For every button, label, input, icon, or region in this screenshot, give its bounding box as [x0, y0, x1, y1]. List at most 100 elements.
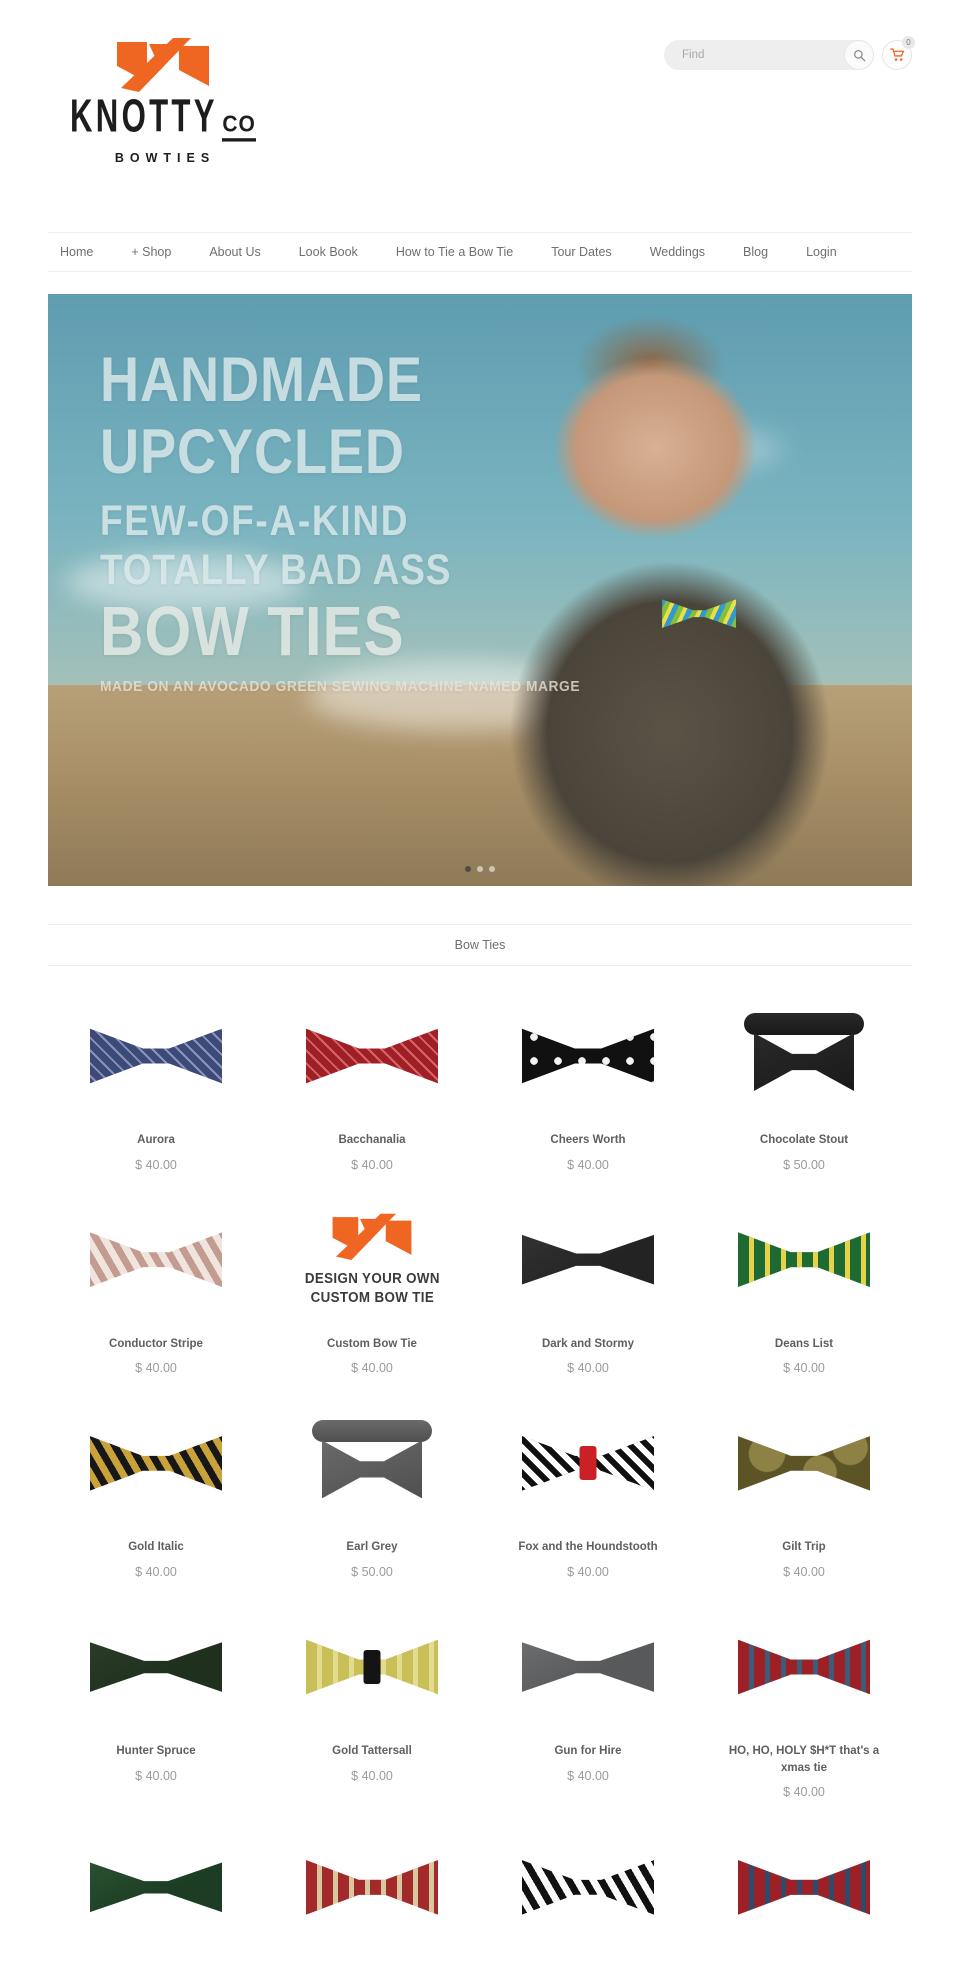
product-card[interactable]: Gold Tattersall $ 40.00 [264, 1595, 480, 1815]
product-card[interactable]: Aurora $ 40.00 [48, 984, 264, 1188]
hero-slider-dot-3[interactable] [489, 866, 495, 872]
product-name: Aurora [137, 1134, 175, 1146]
nav-item-shop[interactable]: + Shop [112, 245, 190, 259]
search-bar[interactable] [664, 40, 874, 70]
product-thumbnail[interactable]: DESIGN YOUR OWN CUSTOM BOW TIE [272, 1202, 472, 1318]
product-name: Cheers Worth [550, 1134, 626, 1146]
bowtie-shape [522, 1860, 654, 1915]
section-title: Bow Ties [454, 938, 506, 952]
nav-item-how-to-tie[interactable]: How to Tie a Bow Tie [377, 245, 532, 259]
nav-item-about-us[interactable]: About Us [190, 245, 279, 259]
product-card[interactable]: Deans List $ 40.00 [696, 1188, 912, 1392]
bowtie-shape [306, 1028, 438, 1084]
nav-item-login[interactable]: Login [787, 245, 856, 259]
bowtie-shape [522, 1028, 654, 1084]
product-price: $ 40.00 [135, 1768, 177, 1783]
product-thumbnail[interactable] [272, 1405, 472, 1521]
product-card[interactable]: Gold Italic $ 40.00 [48, 1391, 264, 1595]
product-name: Deans List [774, 1337, 834, 1350]
cart-button[interactable]: 0 [882, 36, 915, 70]
product-thumbnail[interactable] [488, 1609, 688, 1725]
product-image-bowtie [522, 1229, 654, 1291]
product-image-bowtie [90, 1025, 222, 1087]
product-thumbnail[interactable] [56, 1202, 256, 1318]
product-card[interactable] [480, 1815, 696, 1979]
product-card[interactable]: Bacchanalia $ 40.00 [264, 984, 480, 1188]
product-thumbnail[interactable] [488, 1829, 688, 1945]
logo-word-suffix: CO [222, 112, 256, 142]
product-card[interactable] [696, 1815, 912, 1979]
product-thumbnail[interactable] [704, 1609, 904, 1725]
bowtie-shape [738, 1639, 870, 1695]
product-card[interactable]: Chocolate Stout $ 50.00 [696, 984, 912, 1188]
product-thumbnail[interactable] [704, 1202, 904, 1318]
product-thumbnail[interactable] [488, 1202, 688, 1318]
nav-item-weddings[interactable]: Weddings [631, 245, 724, 259]
product-card[interactable]: Gun for Hire $ 40.00 [480, 1595, 696, 1815]
custom-promo-line-1: DESIGN YOUR OWN [304, 1270, 440, 1287]
product-price: $ 50.00 [351, 1565, 393, 1580]
product-card[interactable]: HO, HO, HOLY $H*T that's a xmas tie $ 40.… [696, 1595, 912, 1815]
product-name: Earl Grey [346, 1541, 398, 1554]
search-input[interactable] [664, 40, 874, 70]
product-card[interactable]: Conductor Stripe $ 40.00 [48, 1188, 264, 1392]
hero-slider-dot-1[interactable] [465, 866, 471, 872]
bowtie-knot [363, 1650, 381, 1685]
hero-slider-dot-2[interactable] [477, 866, 483, 872]
product-card[interactable]: Cheers Worth $ 40.00 [480, 984, 696, 1188]
custom-bowtie-promo[interactable]: DESIGN YOUR OWN CUSTOM BOW TIE [299, 1212, 446, 1308]
product-price: $ 40.00 [135, 1361, 177, 1376]
product-image-collar-bowtie [744, 1013, 864, 1099]
product-card[interactable]: DESIGN YOUR OWN CUSTOM BOW TIE Custom Bow… [264, 1188, 480, 1392]
product-price: $ 50.00 [783, 1157, 825, 1172]
cart-count-badge: 0 [902, 36, 915, 49]
section-header: Bow Ties [48, 924, 912, 966]
product-thumbnail[interactable] [704, 1829, 904, 1945]
product-thumbnail[interactable] [56, 1829, 256, 1945]
product-image-bowtie [306, 1856, 438, 1918]
product-name: Hunter Spruce [116, 1745, 196, 1758]
search-button[interactable] [844, 40, 874, 70]
product-thumbnail[interactable] [272, 998, 472, 1114]
product-thumbnail[interactable] [704, 998, 904, 1114]
logo-subtitle: BOWTIES [114, 151, 216, 165]
nav-item-blog[interactable]: Blog [724, 245, 787, 259]
product-thumbnail[interactable] [56, 1405, 256, 1521]
product-image-bowtie [522, 1856, 654, 1918]
product-thumbnail[interactable] [56, 1609, 256, 1725]
product-image-collar-bowtie [312, 1420, 432, 1506]
product-name: Gilt Trip [782, 1541, 826, 1554]
product-thumbnail[interactable] [704, 1405, 904, 1521]
nav-item-home[interactable]: Home [48, 245, 112, 259]
product-card[interactable] [264, 1815, 480, 1979]
product-card[interactable]: Gilt Trip $ 40.00 [696, 1391, 912, 1595]
product-price: $ 40.00 [567, 1768, 609, 1783]
product-image-bowtie [306, 1025, 438, 1087]
product-image-bowtie [90, 1856, 222, 1918]
product-thumbnail[interactable] [272, 1609, 472, 1725]
product-thumbnail[interactable] [488, 1405, 688, 1521]
product-price: $ 40.00 [135, 1565, 177, 1580]
bowtie-knot [579, 1446, 597, 1481]
knotty-bowtie-logo-icon [117, 38, 209, 92]
nav-item-look-book[interactable]: Look Book [280, 245, 377, 259]
product-name: Gold Italic [128, 1541, 184, 1554]
product-card[interactable]: Fox and the Houndstooth $ 40.00 [480, 1391, 696, 1595]
product-card[interactable] [48, 1815, 264, 1979]
product-thumbnail[interactable] [56, 998, 256, 1114]
product-thumbnail[interactable] [488, 998, 688, 1114]
hero-model-bowtie [662, 599, 737, 628]
product-thumbnail[interactable] [272, 1829, 472, 1945]
product-card[interactable]: Earl Grey $ 50.00 [264, 1391, 480, 1595]
product-image-bowtie [90, 1432, 222, 1494]
hero-banner-slide[interactable]: HANDMADE UPCYCLED FEW-OF-A-KIND TOTALLY … [48, 294, 912, 886]
product-image-bowtie [522, 1432, 654, 1494]
site-logo[interactable]: KNOTTY CO BOWTIES [48, 36, 278, 165]
bowtie-shape [522, 1642, 654, 1692]
product-card[interactable]: Hunter Spruce $ 40.00 [48, 1595, 264, 1815]
product-price: $ 40.00 [567, 1565, 609, 1580]
product-card[interactable]: Dark and Stormy $ 40.00 [480, 1188, 696, 1392]
custom-promo-line-2: CUSTOM BOW TIE [310, 1289, 434, 1306]
nav-item-tour-dates[interactable]: Tour Dates [532, 245, 630, 259]
product-name: Custom Bow Tie [327, 1337, 417, 1350]
